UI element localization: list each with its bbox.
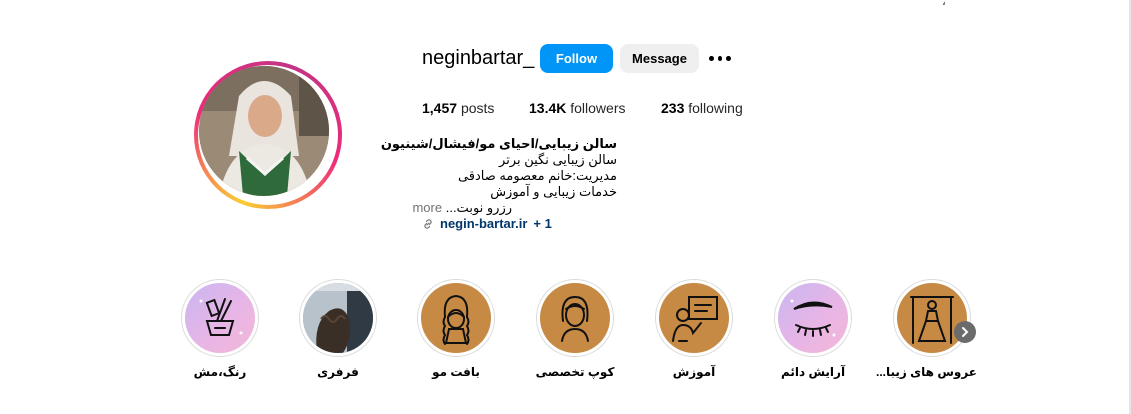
teaching-board-icon [672,296,718,342]
link-icon [424,218,432,229]
bio-line: خدمات زیبایی و آموزش [490,184,617,199]
follow-button[interactable]: Follow [540,44,613,73]
bio-link-extra[interactable]: + 1 [533,216,551,231]
curly-hair-photo [303,283,373,353]
highlight-label: عروس های زیبا... [876,365,977,379]
bio-link[interactable]: negin-bartar.ir + 1 [422,216,552,231]
highlight-item[interactable]: بافت مو [411,279,501,379]
more-link[interactable]: more [412,200,442,215]
highlight-label: آموزش [672,365,716,379]
bride-dress-icon [910,296,954,344]
followers-count: 13.4K [529,100,567,116]
highlight-label: بافت مو [432,365,480,379]
haircut-woman-icon [561,295,589,342]
profile-username: neginbartar_ [422,47,535,69]
highlight-item[interactable]: فرفری [293,279,383,379]
posts-stat: 1,457 posts [422,100,494,116]
chevron-right-icon [962,327,969,337]
bio-line: مدیریت:خانم معصومه صادقی [457,168,617,183]
following-stat[interactable]: 233 following [661,100,743,116]
profile-page: ، neginbartar_ Follow Message 1,457 post… [0,0,1131,414]
bio-link-text[interactable]: negin-bartar.ir [440,216,527,231]
corner-mark: ، [942,0,946,8]
highlight-item[interactable]: رنگ،مش [175,279,265,379]
following-label: following [688,100,743,116]
bio-name: سالن زیبایی/احیای مو/فیشال/شینیون [380,136,617,151]
highlights-next-button[interactable] [954,321,976,343]
following-count: 233 [661,100,685,116]
highlight-item[interactable]: آرایش دائم [768,279,858,379]
bio-line: رزرو نوبت... [445,200,512,215]
highlight-label: فرفری [317,365,359,379]
highlight-item[interactable]: کوپ تخصصی [530,279,620,379]
eyebrow-eyelash-icon [790,299,836,337]
followers-stat[interactable]: 13.4K followers [529,100,626,116]
bio-line-with-more: رزرو نوبت... more [412,200,512,216]
bio-line: سالن زیبایی نگین برتر [499,152,617,167]
message-button[interactable]: Message [620,44,699,73]
highlight-label: رنگ،مش [193,365,247,379]
highlight-label: کوپ تخصصی [535,365,615,379]
hair-dye-tools-icon [199,298,243,336]
more-options-icon[interactable] [709,52,732,64]
highlight-item[interactable]: آموزش [649,279,739,379]
posts-count: 1,457 [422,100,458,116]
avatar-photo [199,66,329,196]
followers-label: followers [570,100,626,116]
highlight-label: آرایش دائم [780,365,846,379]
braided-hair-icon [442,294,470,345]
profile-avatar[interactable] [194,61,342,209]
posts-label: posts [460,100,495,116]
